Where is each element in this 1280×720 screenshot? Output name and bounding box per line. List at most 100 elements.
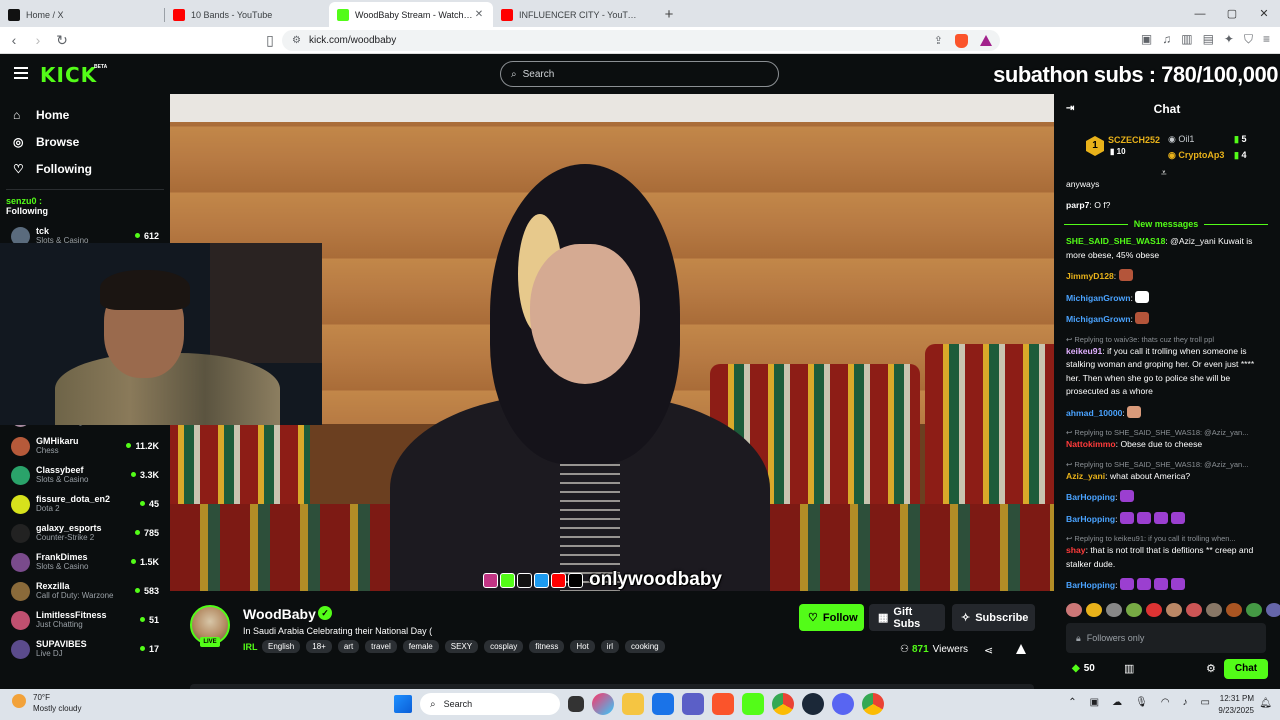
emote-shortcut-icon[interactable]	[1086, 603, 1102, 617]
menu-icon[interactable]: ≡	[1263, 32, 1270, 47]
wallet-icon[interactable]: ▤	[1203, 32, 1214, 47]
reload-icon[interactable]: ↻	[52, 30, 72, 50]
send-chat-button[interactable]: Chat	[1224, 659, 1268, 679]
gifter-name[interactable]: ◉ CryptoAp3	[1168, 150, 1224, 161]
wifi-icon[interactable]: ◠	[1161, 697, 1170, 708]
task-view-icon[interactable]	[568, 696, 584, 712]
chat-username[interactable]: keikeu91	[1066, 346, 1102, 356]
sidebar-channel-item[interactable]: fissure_dota_en2 Dota 2 45	[0, 490, 170, 519]
chat-input[interactable]: 🔒︎ Followers only	[1066, 623, 1266, 653]
brave-shields-icon[interactable]	[955, 33, 968, 48]
volume-icon[interactable]: ♪	[1183, 697, 1188, 708]
maximize-button[interactable]: ▢	[1216, 0, 1248, 27]
stream-tag[interactable]: fitness	[529, 640, 565, 653]
chrome-icon[interactable]	[772, 693, 794, 715]
weather-widget[interactable]: 70°F Mostly cloudy	[12, 692, 81, 714]
back-icon[interactable]: ‹	[4, 30, 24, 50]
file-explorer-icon[interactable]	[622, 693, 644, 715]
stream-tag[interactable]: cooking	[625, 640, 665, 653]
discord-icon[interactable]	[832, 693, 854, 715]
close-window-button[interactable]: ✕	[1248, 0, 1280, 27]
sidebar-item-following[interactable]: ♡ Following	[0, 155, 170, 182]
stream-tag[interactable]: art	[337, 640, 360, 653]
sidebar-toggle-icon[interactable]: ▥	[1181, 32, 1192, 47]
emote-shortcut-icon[interactable]	[1186, 603, 1202, 617]
collapse-chat-icon[interactable]: ⇥	[1066, 103, 1074, 114]
chat-username[interactable]: SHE_SAID_SHE_WAS18	[1066, 236, 1165, 246]
emote-shortcut-icon[interactable]	[1066, 603, 1082, 617]
stream-tag[interactable]: travel	[365, 640, 397, 653]
chat-username[interactable]: shay	[1066, 545, 1086, 555]
streamer-name[interactable]: WoodBaby	[243, 606, 316, 622]
share-icon[interactable]: ⇪	[934, 34, 943, 47]
gift-subs-button[interactable]: ▦ Gift Subs	[869, 604, 945, 631]
windows-start-icon[interactable]	[394, 695, 412, 713]
chrome-profile-icon[interactable]	[862, 693, 884, 715]
app-tray-icon[interactable]: ▣	[1090, 697, 1099, 708]
chat-username[interactable]: MichiganGrown	[1066, 293, 1130, 303]
emote-shortcut-icon[interactable]	[1126, 603, 1142, 617]
chat-username[interactable]: MichiganGrown	[1066, 314, 1130, 324]
taskbar-search[interactable]: ⌕ Search	[420, 693, 560, 715]
brave-rewards-icon[interactable]	[980, 35, 992, 46]
chat-username[interactable]: Aziz_yani	[1066, 471, 1105, 481]
chat-username[interactable]: BarHopping	[1066, 514, 1115, 524]
onedrive-icon[interactable]: ☁	[1112, 697, 1122, 708]
chat-username[interactable]: BarHopping	[1066, 492, 1115, 502]
sidebar-channel-item[interactable]: Classybeef Slots & Casino 3.3K	[0, 461, 170, 490]
emote-shortcut-icon[interactable]	[1226, 603, 1242, 617]
emote-shortcut-icon[interactable]	[1266, 603, 1280, 617]
microphone-icon[interactable]: 🎙︎	[1135, 697, 1148, 708]
chat-username[interactable]: JimmyD128	[1066, 271, 1114, 281]
clock[interactable]: 12:31 PM 9/23/2025	[1218, 693, 1254, 717]
bookmark-icon[interactable]: ▯	[260, 30, 280, 50]
sidebar-item-browse[interactable]: ◎ Browse	[0, 128, 170, 155]
stream-category[interactable]: IRL	[243, 642, 258, 652]
close-icon[interactable]: ✕	[473, 9, 485, 20]
chat-username[interactable]: parp7	[1066, 200, 1089, 210]
emote-shortcut-icon[interactable]	[1246, 603, 1262, 617]
music-icon[interactable]: ♫	[1162, 32, 1171, 47]
stream-tag[interactable]: SEXY	[444, 640, 479, 653]
extensions-icon[interactable]: ✦	[1224, 32, 1234, 47]
url-field[interactable]: ⚙ kick.com/woodbaby ⇪	[282, 30, 1000, 51]
browser-tab-x[interactable]: Home / X	[0, 2, 164, 27]
sidebar-channel-item[interactable]: FrankDimes Slots & Casino 1.5K	[0, 548, 170, 577]
gear-icon[interactable]: ⚙	[1206, 662, 1216, 675]
stream-tag[interactable]: 18+	[306, 640, 332, 653]
minimize-button[interactable]: —	[1184, 0, 1216, 27]
stream-tag[interactable]: irl	[600, 640, 620, 653]
sidebar-channel-item[interactable]: Rexzilla Call of Duty: Warzone 583	[0, 577, 170, 606]
notification-bell-icon[interactable]: 🔔︎	[1259, 698, 1272, 709]
vpn-icon[interactable]: ⛉	[1244, 32, 1253, 47]
chat-username[interactable]: Nattokimmo	[1066, 439, 1116, 449]
emote-shortcut-icon[interactable]	[1206, 603, 1222, 617]
follow-button[interactable]: ♡ Follow	[799, 604, 864, 631]
stream-tag[interactable]: English	[262, 640, 301, 653]
new-tab-button[interactable]: +	[657, 2, 681, 27]
chat-username[interactable]: BarHopping	[1066, 580, 1115, 590]
stream-tag[interactable]: Hot	[570, 640, 595, 653]
chat-username[interactable]: ahmad_10000	[1066, 408, 1122, 418]
browser-tab-youtube-2[interactable]: INFLUENCER CITY - YouTube	[493, 2, 657, 27]
sidebar-channel-item[interactable]: SUPAVIBES Live DJ 17	[0, 635, 170, 664]
hamburger-menu-icon[interactable]	[14, 67, 28, 79]
sidebar-channel-item[interactable]: galaxy_esports Counter-Strike 2 785	[0, 519, 170, 548]
sidebar-item-home[interactable]: ⌂ Home	[0, 101, 170, 128]
sidebar-channel-item[interactable]: LimitlessFitness Just Chatting 51	[0, 606, 170, 635]
share-icon[interactable]: ⋖	[984, 644, 993, 657]
brave-icon[interactable]	[712, 693, 734, 715]
emote-shortcut-icon[interactable]	[1106, 603, 1122, 617]
sidebar-channel-item[interactable]: GMHikaru Chess 11.2K	[0, 432, 170, 461]
kick-app-icon[interactable]	[742, 693, 764, 715]
battery-icon[interactable]: ▭	[1201, 697, 1210, 708]
emote-shortcut-icon[interactable]	[1146, 603, 1162, 617]
leaderboard-icon[interactable]: ▥	[1124, 662, 1134, 675]
kick-logo[interactable]: KICK	[40, 63, 97, 87]
store-icon[interactable]	[652, 693, 674, 715]
browser-tab-kick[interactable]: WoodBaby Stream - Watch Li ✕	[329, 2, 493, 27]
forward-icon[interactable]: ›	[28, 30, 48, 50]
teams-icon[interactable]	[682, 693, 704, 715]
copilot-icon[interactable]	[592, 693, 614, 715]
browser-tab-youtube-1[interactable]: 10 Bands - YouTube	[165, 2, 329, 27]
